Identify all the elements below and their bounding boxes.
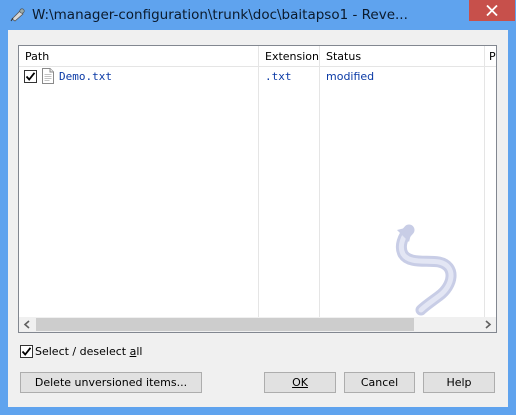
row-checkbox[interactable] bbox=[24, 70, 37, 83]
file-path[interactable]: Demo.txt bbox=[59, 68, 112, 86]
dialog-body: Path Extension Status P Demo.txt .txt mo… bbox=[8, 30, 508, 407]
close-icon bbox=[486, 5, 498, 16]
select-all-checkbox[interactable] bbox=[20, 345, 33, 358]
select-all-label[interactable]: Select / deselect all bbox=[35, 344, 142, 359]
select-all-label-prefix: Select / deselect bbox=[35, 345, 130, 358]
revert-dialog: W:\manager-configuration\trunk\doc\baita… bbox=[0, 0, 516, 415]
checkmark-icon bbox=[21, 347, 32, 356]
close-button[interactable] bbox=[469, 0, 515, 21]
scroll-left-button[interactable] bbox=[19, 317, 36, 332]
chevron-right-icon bbox=[485, 320, 492, 329]
scroll-right-button[interactable] bbox=[479, 317, 496, 332]
checkmark-icon bbox=[25, 72, 36, 81]
column-header-status[interactable]: Status bbox=[320, 46, 484, 67]
file-status: modified bbox=[326, 70, 375, 83]
column-divider bbox=[319, 46, 320, 318]
list-item[interactable]: Demo.txt .txt modified bbox=[19, 68, 496, 86]
ok-button-label: OK bbox=[292, 376, 308, 389]
column-divider bbox=[258, 46, 259, 318]
file-extension: .txt bbox=[265, 70, 292, 83]
revert-arrow-watermark-icon bbox=[395, 224, 457, 316]
column-header-path[interactable]: Path bbox=[19, 46, 258, 67]
help-button[interactable]: Help bbox=[423, 372, 495, 393]
ok-button[interactable]: OK bbox=[264, 372, 336, 393]
changes-list[interactable]: Path Extension Status P Demo.txt .txt mo… bbox=[18, 45, 497, 333]
horizontal-scrollbar[interactable] bbox=[19, 317, 496, 332]
column-header-properties[interactable]: P bbox=[485, 46, 496, 67]
delete-unversioned-button[interactable]: Delete unversioned items... bbox=[20, 372, 202, 393]
select-all-label-suffix: ll bbox=[136, 345, 143, 358]
column-header-extension[interactable]: Extension bbox=[259, 46, 319, 67]
tortoisesvn-revert-icon bbox=[10, 8, 26, 22]
text-file-icon bbox=[42, 68, 54, 84]
window-title: W:\manager-configuration\trunk\doc\baita… bbox=[32, 7, 408, 23]
chevron-left-icon bbox=[23, 320, 30, 329]
title-bar[interactable]: W:\manager-configuration\trunk\doc\baita… bbox=[0, 0, 516, 30]
scrollbar-thumb[interactable] bbox=[36, 318, 414, 331]
cancel-button[interactable]: Cancel bbox=[344, 372, 415, 393]
